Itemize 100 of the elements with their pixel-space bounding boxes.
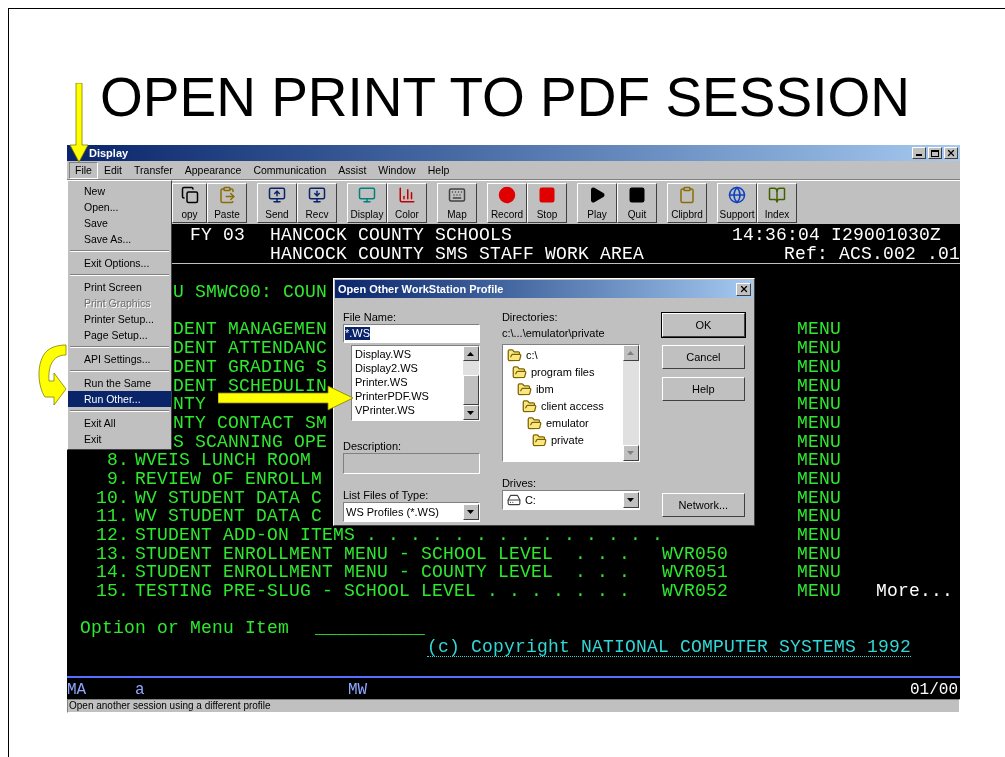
profile-list-item[interactable]: Printer.WS: [355, 375, 460, 389]
dialog-button[interactable]: OK: [661, 313, 745, 337]
dialog-button[interactable]: Help: [661, 377, 745, 401]
profile-list-item[interactable]: PrinterPDF.WS: [355, 389, 460, 403]
terminal-text: 10.: [96, 487, 129, 508]
file-type-dropdown[interactable]: WS Profiles (*.WS): [343, 502, 480, 522]
minimize-icon: [916, 154, 922, 156]
menu-item[interactable]: Run Other...: [68, 391, 171, 407]
directory-item[interactable]: emulator: [545, 415, 589, 432]
directory-item[interactable]: client access: [540, 398, 604, 415]
directory-item[interactable]: c:\: [525, 347, 538, 364]
folder-icon: [531, 433, 547, 448]
directory-item[interactable]: ibm: [535, 381, 554, 398]
terminal-text: WVR051: [662, 562, 728, 583]
toolbar-button[interactable]: opy: [172, 182, 207, 223]
scrollbar[interactable]: [622, 345, 639, 461]
dialog-button[interactable]: Cancel: [661, 345, 745, 369]
menu-bar-item[interactable]: Edit: [97, 161, 128, 179]
menu-item[interactable]: Exit Options...: [68, 255, 171, 271]
field-label: Directories:: [501, 310, 559, 324]
option-input-field[interactable]: __________: [315, 619, 426, 639]
terminal-text: 8.: [107, 450, 129, 471]
field-label: List Files of Type:: [343, 488, 430, 502]
prompt-label: Option or Menu Item: [80, 619, 291, 639]
toolbar-button[interactable]: Index: [757, 182, 797, 223]
toolbar-button[interactable]: Record: [487, 182, 527, 223]
menu-bar-item[interactable]: Help: [421, 161, 456, 179]
menu-item[interactable]: Open...: [68, 199, 171, 215]
profile-list-item[interactable]: Display2.WS: [355, 361, 460, 375]
toolbar-button[interactable]: Support: [717, 182, 757, 223]
terminal-text: MENU: [797, 468, 841, 489]
close-icon: [946, 148, 956, 158]
terminal-text: 11.: [96, 506, 129, 527]
terminal-text: WV STUDENT DATA C: [135, 506, 323, 527]
toolbar-button[interactable]: Recv: [297, 182, 337, 223]
menu-bar-item[interactable]: Transfer: [128, 161, 179, 179]
close-button[interactable]: [944, 147, 958, 159]
profile-list-item[interactable]: Display.WS: [355, 347, 460, 361]
menu-item[interactable]: API Settings...: [68, 351, 171, 367]
toolbar-button[interactable]: Stop: [527, 182, 567, 223]
menu-item[interactable]: Run the Same: [68, 375, 171, 391]
monitor-icon: [268, 185, 286, 204]
scroll-down-icon: [467, 410, 475, 415]
terminal-text: WVR052: [662, 581, 728, 602]
terminal-text: 14.: [96, 562, 129, 583]
menu-item[interactable]: Save: [68, 215, 171, 231]
drives-dropdown[interactable]: C:: [501, 490, 640, 510]
keyboard-icon: [448, 185, 466, 204]
toolbar-button[interactable]: Quit: [617, 182, 657, 223]
folder-icon: [526, 416, 542, 431]
terminal-text: 14:36:04 I29001030Z: [732, 225, 942, 245]
file-name-field[interactable]: *.WS: [343, 324, 480, 343]
terminal-text: 12.: [96, 525, 129, 545]
minimize-button[interactable]: [912, 147, 926, 159]
close-button[interactable]: [736, 282, 751, 296]
menu-item[interactable]: Exit All: [68, 415, 171, 431]
toolbar-button[interactable]: Map: [437, 182, 477, 223]
profile-list-item[interactable]: VPrinter.WS: [355, 403, 460, 417]
menu-bar-item[interactable]: Window: [372, 161, 422, 179]
toolbar-button[interactable]: Paste: [207, 182, 247, 223]
terminal-text: S SCANNING OPE: [173, 431, 328, 452]
terminal-text: STUDENT ENROLLMENT MENU - SCHOOL LEVEL . . .: [135, 543, 631, 564]
status-message: Open another session using a different profile: [69, 701, 271, 711]
menu-item[interactable]: Printer Setup...: [68, 311, 171, 327]
menu-bar-item[interactable]: Communication: [247, 161, 333, 179]
menu-item[interactable]: Print Screen: [68, 279, 171, 295]
terminal-text: NTY: [173, 394, 206, 415]
terminal-text: STUDENT ENROLLMENT MENU - COUNTY LEVEL . . .: [135, 562, 631, 583]
menu-item[interactable]: New: [68, 183, 171, 199]
menu-bar-item[interactable]: Assist: [332, 161, 373, 179]
scrollbar[interactable]: [462, 346, 479, 420]
terminal-text: MENU: [797, 338, 841, 359]
directory-item[interactable]: program files: [530, 364, 595, 381]
field-label: Description:: [343, 439, 403, 453]
toolbar-button[interactable]: Play: [577, 182, 617, 223]
terminal-text: MENU: [797, 581, 841, 602]
dialog-button[interactable]: Network...: [661, 493, 745, 517]
toolbar-button[interactable]: Color: [387, 182, 427, 223]
directory-item[interactable]: private: [550, 432, 584, 449]
toolbar-button[interactable]: Clipbrd: [667, 182, 707, 223]
terminal-text: NTY CONTACT SM: [173, 412, 328, 433]
play-icon: [588, 185, 606, 204]
terminal-text: MENU: [797, 319, 841, 340]
toolbar-button[interactable]: Send: [257, 182, 297, 223]
scroll-down-icon: [627, 451, 635, 455]
menu-item[interactable]: Exit: [68, 431, 171, 447]
terminal-text: 15.: [96, 581, 129, 602]
book-icon: [768, 185, 786, 204]
menu-item[interactable]: Page Setup...: [68, 327, 171, 343]
menu-item[interactable]: Save As...: [68, 231, 171, 247]
menu-bar-item[interactable]: File: [69, 161, 98, 179]
scroll-up-icon: [627, 351, 635, 355]
square-icon: [628, 185, 646, 204]
toolbar-button[interactable]: Display: [347, 182, 387, 223]
globe-icon: [728, 185, 746, 204]
maximize-button[interactable]: [928, 147, 942, 159]
status-indicator: MA: [67, 680, 88, 701]
menu-bar-item[interactable]: Appearance: [178, 161, 248, 179]
terminal-text: REVIEW OF ENROLLM: [135, 468, 323, 489]
scroll-up-icon: [467, 351, 475, 356]
